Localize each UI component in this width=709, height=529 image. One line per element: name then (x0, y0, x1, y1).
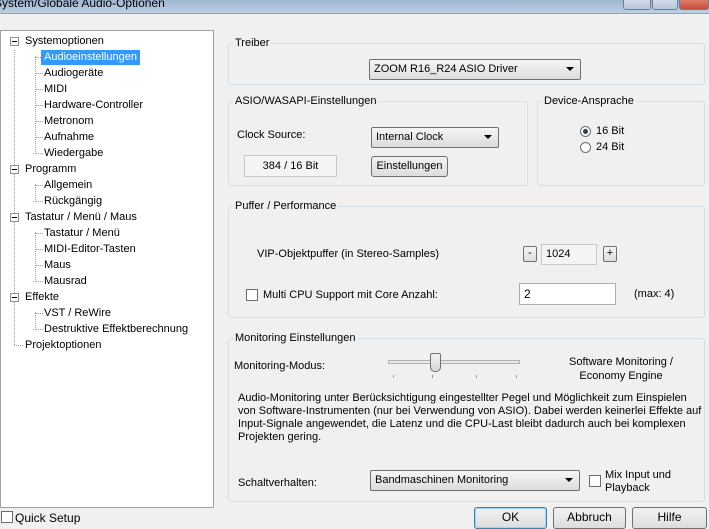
multi-cpu-checkbox[interactable] (246, 289, 258, 301)
tree-item-midi[interactable]: MIDI (44, 82, 67, 97)
tree-item-tastatur-menue[interactable]: Tastatur / Menü (44, 226, 120, 241)
hilfe-button[interactable]: Hilfe (632, 507, 707, 529)
schaltverhalten-value: Bandmaschinen Monitoring (375, 474, 509, 486)
quick-setup-checkbox[interactable] (1, 511, 13, 523)
monitoring-group-label: Monitoring Einstellungen (233, 332, 358, 344)
tree-item-rueckgaengig[interactable]: Rückgängig (44, 194, 102, 209)
driver-dropdown[interactable]: ZOOM R16_R24 ASIO Driver (369, 59, 581, 80)
puffer-performance-group-label: Puffer / Performance (233, 200, 339, 212)
ok-button[interactable]: OK (474, 507, 547, 529)
slider-track (388, 360, 520, 364)
tree-item-destruktive-effektberechnung[interactable]: Destruktive Effektberechnung (44, 322, 188, 337)
vip-buffer-value: 1024 (541, 244, 597, 265)
vip-increment-button[interactable]: + (603, 246, 617, 262)
tree-item-maus[interactable]: Maus (44, 258, 71, 273)
radio-16-bit-label: 16 Bit (596, 125, 625, 137)
maximize-button[interactable] (652, 0, 678, 10)
tree-item-audiogeraete[interactable]: Audiogeräte (44, 66, 103, 81)
treiber-group-label: Treiber (233, 37, 272, 49)
mix-input-playback-label-line2: Playback (605, 482, 650, 494)
device-ansprache-group-label: Device-Ansprache (542, 95, 636, 107)
tree-item-aufnahme[interactable]: Aufnahme (44, 130, 94, 145)
monitoring-description-line1: Audio-Monitoring unter Berücksichtigung … (238, 392, 687, 404)
sample-rate-display: 384 / 16 Bit (244, 155, 337, 177)
schaltverhalten-label: Schaltverhalten: (238, 477, 317, 489)
monitoring-mode-value-line2: Economy Engine (579, 370, 663, 382)
einstellungen-button[interactable]: Einstellungen (371, 156, 448, 177)
asio-wasapi-group-label: ASIO/WASAPI-Einstellungen (233, 95, 379, 107)
radio-24-bit-label: 24 Bit (596, 141, 625, 153)
chevron-down-icon (565, 478, 573, 482)
tree-item-mausrad[interactable]: Mausrad (44, 274, 87, 289)
quick-setup-label: Quick Setup (15, 511, 81, 525)
chevron-down-icon (566, 67, 574, 71)
monitoring-description-line4: Projekten gering. (238, 431, 322, 443)
radio-16-bit[interactable] (580, 126, 591, 137)
multi-cpu-max-label: (max: 4) (634, 288, 675, 300)
tree-item-midi-editor-tasten[interactable]: MIDI-Editor-Tasten (44, 242, 136, 257)
tree-branch-line (35, 312, 36, 328)
vip-buffer-label: VIP-Objektpuffer (in Stereo-Samples) (257, 248, 439, 260)
collapse-icon[interactable] (10, 293, 19, 302)
multi-cpu-label: Multi CPU Support mit Core Anzahl: (263, 289, 438, 301)
puffer-performance-group (228, 206, 705, 318)
window-title: System/Globale Audio-Optionen (0, 0, 165, 10)
title-bar: System/Globale Audio-Optionen (0, 0, 709, 14)
monitoring-description-line3: Input-Signale angewendet, die Latenz und… (238, 418, 686, 430)
mix-input-playback-checkbox[interactable] (589, 475, 601, 487)
collapse-icon[interactable] (10, 213, 19, 222)
tree-item-effekte[interactable]: Effekte (25, 290, 59, 305)
mix-input-playback-label-line1: Mix Input und (605, 469, 672, 481)
radio-24-bit[interactable] (580, 142, 591, 153)
tree-item-programm[interactable]: Programm (25, 162, 76, 177)
tree-branch-line (35, 232, 36, 280)
options-tree[interactable]: Systemoptionen Audioeinstellungen Audiog… (0, 30, 214, 508)
monitoring-mode-value-line1: Software Monitoring / (569, 356, 673, 368)
abbruch-button[interactable]: Abbruch (553, 507, 626, 529)
tree-item-allgemein[interactable]: Allgemein (44, 178, 92, 193)
minimize-button[interactable] (623, 0, 651, 10)
collapse-icon[interactable] (10, 37, 19, 46)
tree-item-systemoptionen[interactable]: Systemoptionen (25, 34, 104, 49)
driver-dropdown-value: ZOOM R16_R24 ASIO Driver (374, 63, 518, 75)
collapse-icon[interactable] (10, 165, 19, 174)
tree-item-audioeinstellungen[interactable]: Audioeinstellungen (41, 50, 140, 65)
tree-item-vst-rewire[interactable]: VST / ReWire (44, 306, 111, 321)
clock-source-label: Clock Source: (237, 129, 306, 141)
clock-source-value: Internal Clock (376, 131, 444, 143)
tree-item-projektoptionen[interactable]: Projektoptionen (25, 338, 101, 353)
monitoring-mode-label: Monitoring-Modus: (234, 360, 326, 372)
monitoring-description-line2: von Software-Instrumenten (nur bei Verwe… (238, 405, 702, 417)
multi-cpu-input[interactable]: 2 (519, 283, 616, 305)
clock-source-dropdown[interactable]: Internal Clock (371, 127, 499, 148)
vip-decrement-button[interactable]: - (523, 246, 537, 262)
tree-branch-line (35, 184, 36, 200)
chevron-down-icon (484, 135, 492, 139)
schaltverhalten-dropdown[interactable]: Bandmaschinen Monitoring (370, 470, 580, 491)
tree-item-tastatur-menue-maus[interactable]: Tastatur / Menü / Maus (25, 210, 137, 225)
slider-thumb[interactable] (430, 353, 441, 372)
close-button[interactable] (679, 0, 709, 10)
tree-item-hardware-controller[interactable]: Hardware-Controller (44, 98, 143, 113)
tree-item-metronom[interactable]: Metronom (44, 114, 94, 129)
tree-item-wiedergabe[interactable]: Wiedergabe (44, 146, 103, 161)
